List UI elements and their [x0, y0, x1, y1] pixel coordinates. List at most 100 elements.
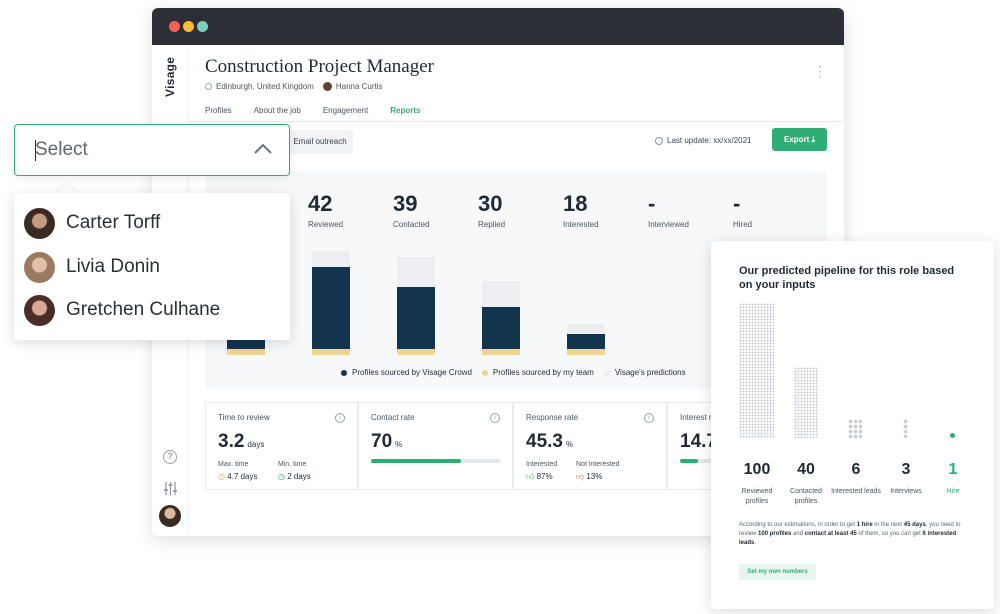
tabs-divider: [189, 121, 844, 122]
last-update: Last update: xx/xx/2021: [655, 136, 752, 145]
legend-item: Profiles sourced by my team: [481, 368, 594, 377]
thumbs-up-icon: 👍︎: [526, 472, 537, 481]
tab-bar: Profiles About the job Engagement Report…: [205, 106, 442, 121]
stat-label: Interviewed: [648, 220, 689, 229]
brand-logo: Visage: [161, 57, 181, 97]
max-time-text: 4.7 days: [227, 472, 258, 481]
close-window-button[interactable]: [169, 21, 180, 32]
legend-item: Visage's predictions: [603, 368, 686, 377]
bar-team-segment: [312, 349, 350, 355]
candidate-avatar: [24, 251, 55, 283]
legend-swatch: [603, 369, 610, 376]
metric-number: 3.2: [218, 431, 245, 452]
not-interested-label: Not interested: [576, 461, 620, 468]
legend-swatch: [341, 369, 347, 376]
contact-rate-progress: [371, 459, 500, 463]
thumbs-down-icon: 👎︎: [576, 472, 587, 481]
last-update-text: Last update: xx/xx/2021: [667, 136, 752, 145]
stat-value: -: [733, 191, 741, 216]
stat-hired: - Hired: [733, 191, 803, 229]
metric-title: Interest r: [680, 413, 712, 422]
tab-engagement[interactable]: Engagement: [323, 106, 368, 121]
metric-title: Time to review: [218, 413, 270, 422]
progress-fill: [680, 459, 698, 463]
dropdown-option[interactable]: Gretchen Culhane: [24, 292, 220, 328]
metric-number: 45.3: [526, 431, 563, 452]
stat-interested: 18 Interested: [563, 191, 633, 229]
dropdown-option[interactable]: Livia Donin: [24, 249, 160, 285]
chevron-up-icon[interactable]: [253, 141, 273, 155]
metric-value: 70%: [371, 431, 402, 453]
export-button[interactable]: Export ⤓: [772, 128, 827, 151]
candidate-avatar: [24, 294, 55, 326]
pipeline-label: Contacted profiles: [790, 488, 822, 505]
minimize-window-button[interactable]: [183, 21, 194, 32]
stat-label: Replied: [478, 220, 506, 229]
set-own-numbers-button[interactable]: Set my own numbers: [739, 564, 816, 580]
download-icon: ⤓: [811, 135, 816, 144]
dot-column-reviewed: [739, 303, 774, 438]
dot-column-interviews: [903, 419, 908, 438]
min-time-text: 2 days: [287, 472, 311, 481]
email-outreach-button[interactable]: Email outreach: [287, 130, 353, 154]
stat-label: Interested: [563, 220, 599, 229]
stat-value: 39: [393, 191, 418, 216]
min-time-label: Min. time: [278, 461, 307, 468]
option-label: Livia Donin: [66, 256, 160, 277]
stat-label: Hired: [733, 220, 753, 229]
bar-team-segment: [482, 349, 520, 355]
legend-label: Profiles sourced by Visage Crowd: [352, 368, 472, 377]
select-placeholder: Select: [35, 139, 88, 160]
clock-orange-icon: ◷: [218, 472, 228, 481]
option-label: Carter Torff: [66, 212, 161, 233]
pipeline-label: Interested leads: [831, 488, 881, 495]
bar-team-segment: [397, 349, 435, 355]
pipeline-value: 6: [851, 461, 861, 478]
prediction-note: According to our estimations, in order t…: [739, 521, 967, 548]
info-icon[interactable]: i: [644, 413, 654, 423]
user-avatar[interactable]: [159, 505, 181, 527]
more-options-icon[interactable]: · · ·: [818, 60, 822, 82]
candidate-avatar: [24, 207, 55, 239]
min-time-value: ◷ 2 days: [278, 472, 311, 481]
stat-interviewed: - Interviewed: [648, 191, 718, 229]
bar-prediction-segment: [567, 324, 605, 334]
dropdown-option[interactable]: Carter Torff: [24, 205, 160, 241]
export-label: Export: [783, 135, 810, 144]
tab-about-the-job[interactable]: About the job: [254, 106, 301, 121]
pipeline-label: Interviews: [890, 488, 922, 495]
info-icon[interactable]: i: [335, 413, 345, 423]
bar-prediction-segment: [397, 257, 435, 287]
stat-contacted: 39 Contacted: [393, 191, 463, 229]
note-text: According to our estimations, in order t…: [739, 522, 857, 528]
max-time-label: Max. time: [218, 461, 249, 468]
metric-card-contact-rate: Contact rate i 70%: [358, 402, 513, 490]
progress-fill: [371, 459, 462, 463]
note-bold: 45 days: [903, 522, 926, 528]
bar-crowd-segment: [482, 307, 520, 349]
location-icon: [205, 83, 212, 90]
pipeline-value: 1: [948, 461, 958, 478]
clock-green-icon: ◷: [278, 472, 288, 481]
metric-card-response-rate: Response rate i 45.3% Interested Not int…: [513, 402, 667, 490]
stat-value: 30: [478, 191, 503, 216]
settings-sliders-icon[interactable]: [163, 481, 178, 496]
metric-card-time-to-review: Time to review i 3.2 days Max. time Min. …: [205, 402, 358, 490]
info-icon[interactable]: i: [490, 413, 500, 423]
tab-profiles[interactable]: Profiles: [205, 106, 232, 121]
bar-crowd-segment: [312, 267, 350, 349]
max-time-value: ◷ 4.7 days: [218, 472, 257, 481]
metric-unit: days: [247, 440, 265, 449]
job-meta: Edinburgh, United Kingdom Hanna Curtis: [205, 82, 383, 91]
note-bold: 100 profiles: [758, 531, 792, 537]
metric-value: 3.2 days: [218, 431, 264, 453]
pipeline-label: Hire: [946, 488, 960, 495]
tab-reports[interactable]: Reports: [390, 106, 420, 121]
maximize-window-button[interactable]: [197, 21, 208, 32]
page-title: Construction Project Manager: [205, 56, 435, 77]
pipeline-value: 100: [743, 461, 771, 478]
candidate-select[interactable]: Select: [14, 124, 290, 176]
help-icon[interactable]: ?: [163, 450, 177, 464]
bar-crowd-segment: [567, 334, 605, 349]
bar-prediction-segment: [482, 281, 520, 307]
